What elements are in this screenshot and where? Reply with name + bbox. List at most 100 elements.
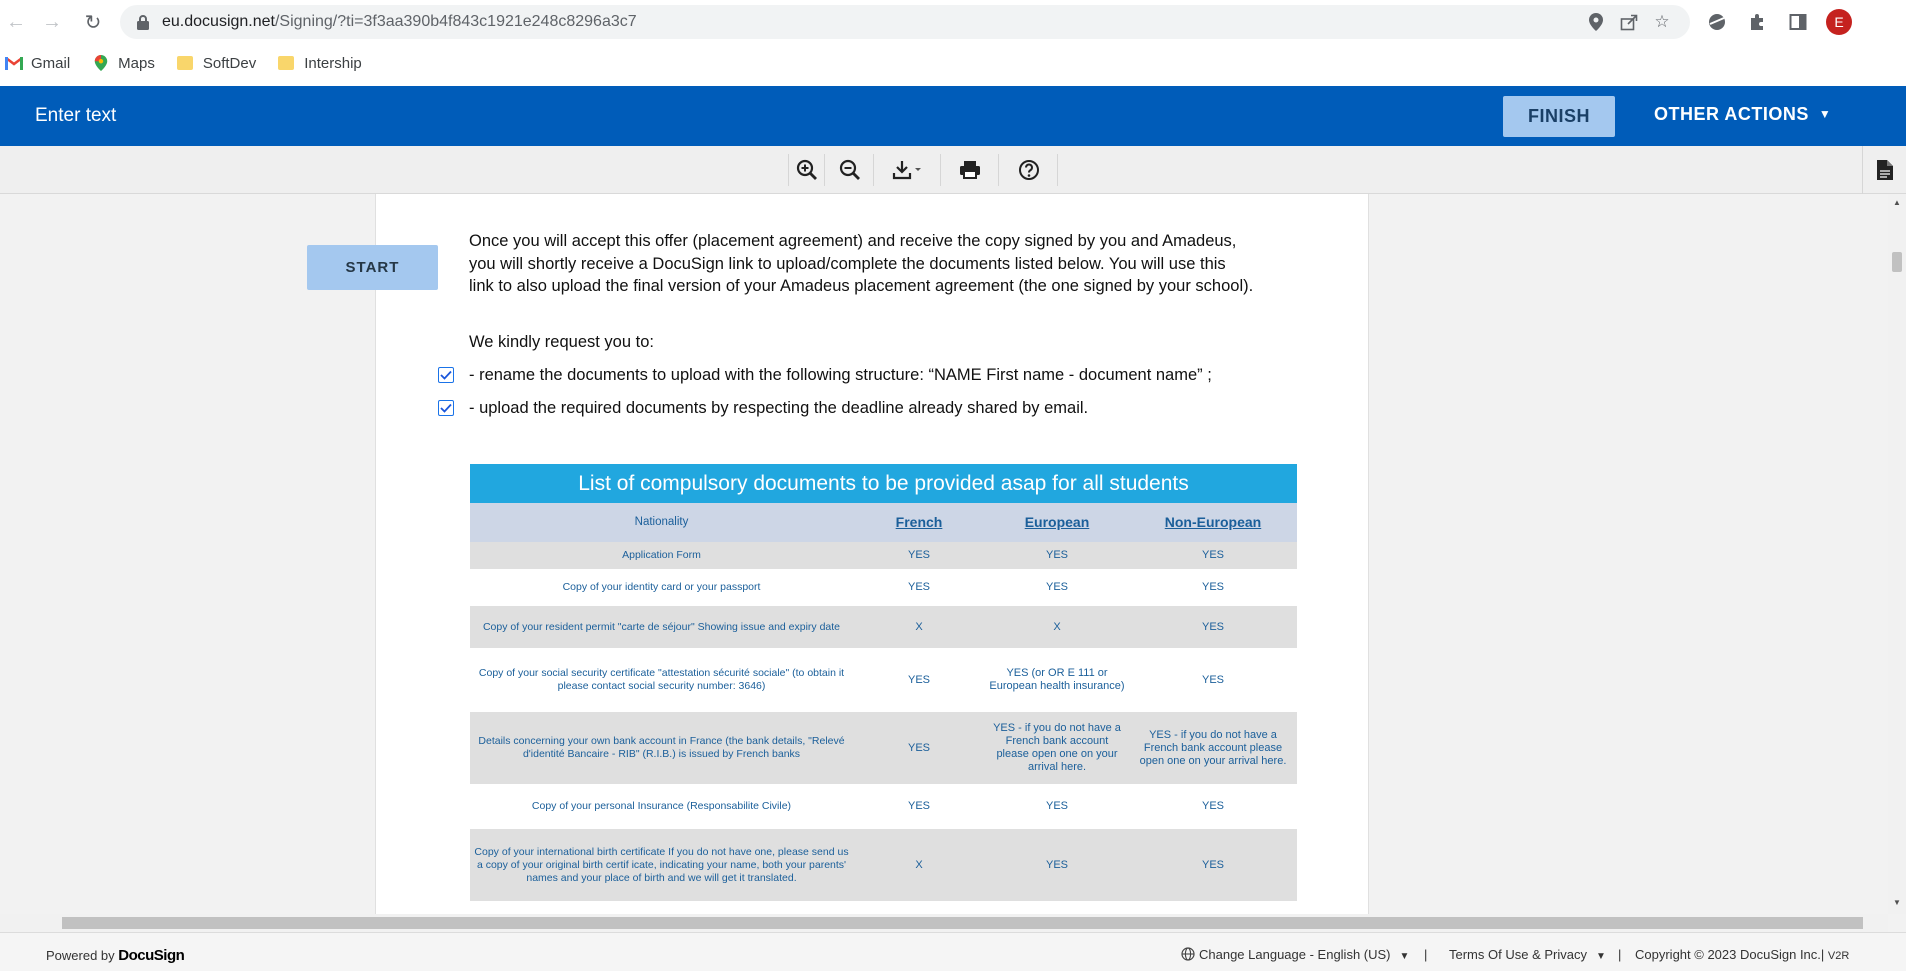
bookmark-maps[interactable]: Maps	[92, 55, 155, 72]
table-row: Copy of your social security certificate…	[470, 648, 1297, 712]
column-header: French	[853, 503, 985, 542]
side-panel-icon[interactable]	[1786, 10, 1810, 34]
powered-by: Powered by DocuSign	[46, 947, 185, 964]
checkbox-rename[interactable]	[438, 367, 454, 383]
location-icon[interactable]	[1586, 12, 1606, 32]
docusign-logo: DocuSign	[118, 947, 185, 964]
reload-icon[interactable]: ↻	[79, 8, 107, 36]
start-button[interactable]: START	[307, 245, 438, 290]
share-icon[interactable]	[1619, 12, 1639, 32]
document-viewport: START Once you will accept this offer (p…	[0, 194, 1888, 914]
column-header: European	[985, 503, 1129, 542]
caret-down-icon: ▼	[1595, 951, 1606, 962]
table-row: Copy of your international birth certifi…	[470, 829, 1297, 901]
table-row: Details concerning your own bank account…	[470, 712, 1297, 784]
column-header: Nationality	[470, 503, 853, 542]
checkmark-icon	[440, 403, 452, 413]
finish-button[interactable]: FINISH	[1503, 96, 1615, 137]
forward-icon[interactable]: →	[38, 8, 66, 36]
other-actions-menu[interactable]: OTHER ACTIONS ▼	[1654, 104, 1831, 125]
table-cell: YES	[1129, 784, 1297, 829]
profile-avatar[interactable]: E	[1826, 9, 1852, 35]
table-cell: YES	[1129, 569, 1297, 606]
zoom-in-icon[interactable]	[788, 154, 825, 186]
footer-separator: |	[1424, 947, 1428, 962]
table-cell: YES	[853, 648, 985, 712]
bookmark-intership[interactable]: Intership	[278, 55, 362, 72]
table-cell: YES	[853, 784, 985, 829]
url-text: eu.docusign.net/Signing/?ti=3f3aa390b4f8…	[162, 13, 637, 30]
table-cell: Copy of your social security certificate…	[470, 648, 853, 712]
download-icon[interactable]	[875, 154, 941, 186]
table-row: Copy of your identity card or your passp…	[470, 569, 1297, 606]
copyright-text: Copyright © 2023 DocuSign Inc.| V2R	[1635, 947, 1850, 962]
folder-icon	[278, 56, 295, 70]
table-cell: YES (or OR E 111 or European health insu…	[985, 648, 1129, 712]
print-icon[interactable]	[942, 154, 999, 186]
zoom-out-icon[interactable]	[826, 154, 874, 186]
table-cell: YES	[1129, 648, 1297, 712]
bookmark-gmail[interactable]: Gmail	[5, 55, 70, 72]
extension-shield-icon[interactable]	[1705, 10, 1729, 34]
extensions-puzzle-icon[interactable]	[1745, 10, 1769, 34]
table-cell: YES	[985, 542, 1129, 569]
table-title-row: List of compulsory documents to be provi…	[470, 464, 1297, 503]
intro-line: Once you will accept this offer (placeme…	[469, 232, 1237, 250]
checklist-item: - rename the documents to upload with th…	[469, 366, 1212, 384]
checklist-item: - upload the required documents by respe…	[469, 399, 1089, 417]
browser-chrome: ← → ↻ eu.docusign.net/Signing/?ti=3f3aa3…	[0, 0, 1906, 86]
intro-line: link to also upload the final version of…	[469, 277, 1254, 295]
document-toolbar	[0, 146, 1906, 194]
table-cell: YES - if you do not have a French bank a…	[985, 712, 1129, 784]
help-icon[interactable]	[1000, 154, 1058, 186]
table-cell: Application Form	[470, 542, 853, 569]
document-icon[interactable]	[1862, 146, 1906, 194]
checkmark-icon	[440, 370, 452, 380]
scroll-up-icon[interactable]: ▲	[1893, 198, 1901, 207]
table-title: List of compulsory documents to be provi…	[470, 464, 1297, 503]
star-icon[interactable]: ☆	[1652, 12, 1672, 32]
caret-down-icon: ▼	[1399, 951, 1410, 962]
terms-privacy-menu[interactable]: Terms Of Use & Privacy ▼	[1449, 947, 1606, 962]
checkbox-upload[interactable]	[438, 400, 454, 416]
table-cell: YES	[985, 784, 1129, 829]
horizontal-scroll-thumb[interactable]	[62, 917, 1863, 929]
change-language-menu[interactable]: Change Language - English (US) ▼	[1181, 947, 1409, 962]
gmail-icon	[5, 57, 23, 70]
table-cell: YES - if you do not have a French bank a…	[1129, 712, 1297, 784]
back-icon[interactable]: ←	[2, 8, 30, 36]
table-cell: Details concerning your own bank account…	[470, 712, 853, 784]
table-row: Copy of your resident permit "carte de s…	[470, 606, 1297, 648]
scroll-down-icon[interactable]: ▼	[1893, 898, 1901, 907]
lock-icon	[137, 15, 149, 30]
page-footer: Powered by DocuSign Change Language - En…	[0, 932, 1906, 971]
table-header-row: Nationality French European Non-European	[470, 503, 1297, 542]
table-row: Copy of your personal Insurance (Respons…	[470, 784, 1297, 829]
folder-icon	[176, 56, 193, 70]
footer-separator: |	[1618, 947, 1622, 962]
table-cell: Copy of your identity card or your passp…	[470, 569, 853, 606]
vertical-scroll-thumb[interactable]	[1892, 252, 1902, 272]
table-row: Application Form YES YES YES	[470, 542, 1297, 569]
table-cell: YES	[853, 542, 985, 569]
column-header: Non-European	[1129, 503, 1297, 542]
table-cell: YES	[985, 829, 1129, 901]
table-cell: X	[853, 606, 985, 648]
address-bar[interactable]: eu.docusign.net/Signing/?ti=3f3aa390b4f8…	[120, 5, 1690, 39]
globe-icon	[1181, 947, 1195, 961]
horizontal-scrollbar[interactable]	[0, 914, 1888, 932]
table-cell: YES	[1129, 829, 1297, 901]
table-cell: YES	[1129, 606, 1297, 648]
vertical-scrollbar[interactable]: ▲ ▼	[1888, 194, 1906, 914]
maps-icon	[94, 55, 108, 71]
table-cell: YES	[853, 569, 985, 606]
table-cell: Copy of your personal Insurance (Respons…	[470, 784, 853, 829]
table-cell: YES	[985, 569, 1129, 606]
table-cell: Copy of your international birth certifi…	[470, 829, 853, 901]
table-cell: YES	[853, 712, 985, 784]
compulsory-documents-table: List of compulsory documents to be provi…	[470, 464, 1297, 901]
table-cell: X	[853, 829, 985, 901]
bookmark-softdev[interactable]: SoftDev	[176, 55, 256, 72]
table-cell: Copy of your resident permit "carte de s…	[470, 606, 853, 648]
intro-line: you will shortly receive a DocuSign link…	[469, 254, 1226, 273]
